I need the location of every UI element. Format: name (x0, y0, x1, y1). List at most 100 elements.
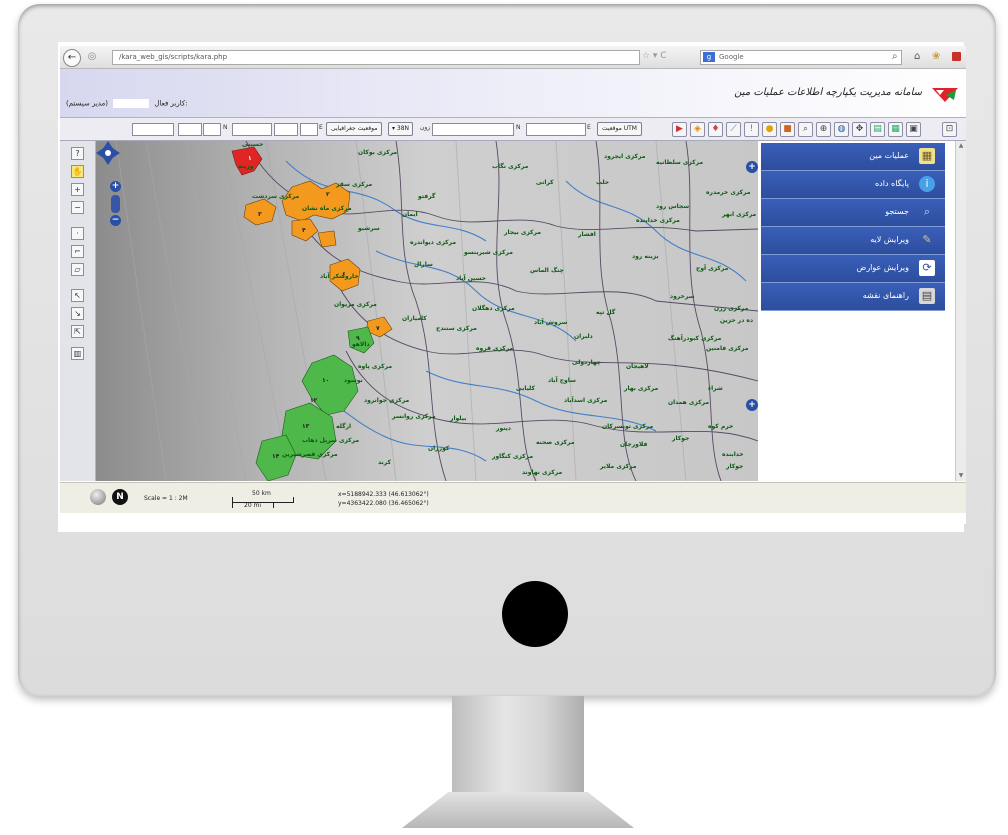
measure-icon[interactable]: ⟋ (726, 122, 741, 137)
map-label: مرکزی قروه (476, 345, 514, 352)
sidebar-item-label: پایگاه داده (874, 179, 909, 188)
map-label: مرکزی سنندج (436, 325, 477, 332)
expand-panel-icon[interactable]: + (746, 161, 758, 173)
map-label: مرکزی جوانرود (364, 397, 410, 404)
zoom-in-button[interactable]: + (110, 181, 121, 192)
map-label: مرکزی سرپل ذهاب (302, 437, 360, 444)
point-tool-icon[interactable]: · (71, 227, 84, 240)
scroll-up-icon[interactable]: ▲ (957, 142, 965, 150)
magnifier-icon[interactable]: ⌕ (892, 51, 898, 63)
map-label: سرخرود (670, 293, 695, 300)
lat-degree-field[interactable] (132, 123, 174, 136)
x-coordinate: x=5188942.333 (46.613062°) (338, 491, 429, 498)
zoom-out-button[interactable]: − (110, 215, 121, 226)
utm-east-field[interactable] (526, 123, 586, 136)
bookmark-star-icon[interactable]: ☆ ▾ C (642, 51, 667, 61)
map-label: حلب (596, 179, 610, 186)
pin-icon[interactable]: ♦ (708, 122, 723, 137)
expand-overview-icon[interactable]: + (746, 399, 758, 411)
sidebar-item-layer-edit[interactable]: ✎ ویرایش لایه (761, 227, 945, 255)
home-icon[interactable]: ⌂ (914, 51, 920, 63)
map-label: سرشیو (358, 225, 380, 232)
line-tool-icon[interactable]: ⌐ (71, 245, 84, 258)
region-number: ۱۰ (322, 377, 330, 384)
back-arrow-icon[interactable]: ← (63, 49, 81, 67)
map-label: ده در حزین (720, 317, 754, 324)
lon-minute-field[interactable] (274, 123, 298, 136)
n-label: N (223, 124, 228, 131)
lat-minute-field[interactable] (178, 123, 202, 136)
lon-second-field[interactable] (300, 123, 318, 136)
region-number: ۷ (376, 325, 380, 332)
sidebar-item-map-legend[interactable]: ▤ راهنمای نقشه (761, 283, 945, 311)
user-label: کاربر فعال: (154, 99, 188, 108)
map-label: گل تپه (596, 309, 616, 316)
zoom-in-icon[interactable]: + (71, 183, 84, 196)
map-view[interactable]: حسینی مرکزی بوکان مرکزی نگاب مرکزی ایجرو… (96, 141, 758, 481)
globe-tool-icon[interactable]: ◍ (834, 122, 849, 137)
zoom-icon[interactable]: ⌕ (798, 122, 813, 137)
search-icon: ⌕ (923, 205, 931, 218)
region-number: ۳ (258, 211, 262, 218)
map-label: چهاردولی (572, 359, 602, 366)
map-label: مرکزی مریوان (334, 301, 377, 308)
info-arrow-icon[interactable]: ⇱ (71, 325, 84, 338)
lon-degree-field[interactable] (232, 123, 272, 136)
pan-hand-icon[interactable]: ✋ (71, 165, 84, 178)
map-label: ازگله (336, 423, 352, 430)
y-coordinate: y=4363422.080 (36.465062°) (338, 500, 429, 507)
play-icon[interactable]: ▶ (672, 122, 687, 137)
zoom-box-icon[interactable]: ⊕ (816, 122, 831, 137)
zone-label: زون (420, 124, 431, 131)
map-label: مرکزی بیجار (504, 229, 541, 236)
vertical-scrollbar[interactable]: ▲ ▼ (955, 141, 966, 481)
map-label: لاهیجان (626, 363, 649, 370)
map-label: سجاس رود (656, 203, 690, 210)
address-bar[interactable]: /kara_web_gis/scripts/kara.php (112, 50, 640, 65)
map-canvas[interactable] (96, 141, 758, 481)
feature-edit-icon: ⟳ (919, 260, 935, 276)
alert-icon[interactable]: ! (744, 122, 759, 137)
sidebar-item-label: جستجو (885, 207, 909, 216)
overview-globe-icon[interactable] (90, 489, 106, 505)
bookmark-icon[interactable]: ■ (780, 122, 795, 137)
zoom-out-icon[interactable]: − (71, 201, 84, 214)
pan-control-icon[interactable] (96, 141, 120, 165)
help-cursor-icon[interactable]: ? (71, 147, 84, 160)
map-label: ساوج آباد (548, 377, 576, 384)
lightbulb-icon[interactable]: ● (762, 122, 777, 137)
export-icon[interactable]: ▦ (888, 122, 903, 137)
geo-position-button[interactable]: موقعیت جغرافیایی (326, 122, 383, 136)
map-label: کرانی (536, 179, 554, 186)
search-engine-label: Google (719, 53, 744, 61)
full-extent-icon[interactable]: ✥ (852, 122, 867, 137)
map-label: نوسود (344, 377, 363, 384)
scroll-down-icon[interactable]: ▼ (957, 472, 965, 480)
map-label: افشار (578, 231, 596, 238)
polygon-tool-icon[interactable]: ▱ (71, 263, 84, 276)
select-arrow-icon[interactable]: ↖ (71, 289, 84, 302)
lat-second-field[interactable] (203, 123, 221, 136)
table-icon[interactable]: ▥ (71, 347, 84, 360)
addon-icon[interactable]: ❀ (932, 51, 940, 63)
search-engine-box[interactable]: g Google (700, 50, 902, 65)
map-label: مرکزی ملایر (600, 463, 637, 470)
sidebar-item-mine-operations[interactable]: ▦ عملیات مین (761, 143, 945, 171)
sidebar-item-feature-edit[interactable]: ⟳ ویرایش عوارض (761, 255, 945, 283)
sidebar-item-search[interactable]: ⌕ جستجو (761, 199, 945, 227)
fullscreen-icon[interactable]: ⊡ (942, 122, 957, 137)
map-label: مرکزی کنگاور (492, 453, 534, 460)
zoom-slider[interactable] (111, 195, 120, 213)
sidebar-item-database[interactable]: i پایگاه داده (761, 171, 945, 199)
save-map-icon[interactable]: ▣ (906, 122, 921, 137)
region-number: ۶ (342, 271, 346, 278)
print-icon[interactable]: ▤ (870, 122, 885, 137)
utm-north-field[interactable] (432, 123, 514, 136)
map-label: مرکزی خرمدره (706, 189, 751, 196)
zone-select[interactable]: ▾ 38N (388, 122, 414, 136)
identify-icon[interactable]: ↘ (71, 307, 84, 320)
layers-icon[interactable]: ◈ (690, 122, 705, 137)
utm-position-button[interactable]: موقعیت UTM (597, 122, 642, 136)
right-sidebar: ▦ عملیات مین i پایگاه داده ⌕ جستجو ✎ ویر… (759, 141, 955, 481)
menu-icon[interactable] (952, 52, 961, 61)
